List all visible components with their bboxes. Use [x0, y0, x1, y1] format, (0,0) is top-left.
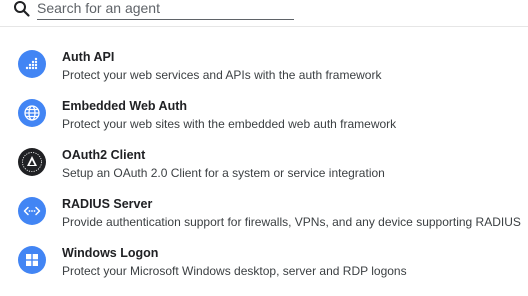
agent-text: RADIUS Server Provide authentication sup… — [62, 196, 528, 230]
agent-text: Auth API Protect your web services and A… — [62, 49, 528, 83]
windows-logo-icon — [18, 246, 46, 274]
code-arrows-icon — [18, 197, 46, 225]
agent-name: RADIUS Server — [62, 197, 153, 211]
agent-item-embedded-web-auth[interactable]: Embedded Web Auth Protect your web sites… — [0, 91, 528, 140]
search-bar — [0, 0, 528, 27]
globe-icon — [18, 99, 46, 127]
agent-text: Embedded Web Auth Protect your web sites… — [62, 98, 528, 132]
agent-item-oauth2-client[interactable]: OAuth2 Client Setup an OAuth 2.0 Client … — [0, 140, 528, 189]
api-dots-icon — [18, 50, 46, 78]
agent-name: OAuth2 Client — [62, 148, 146, 162]
agent-description: Provide authentication support for firew… — [62, 215, 521, 229]
search-field — [37, 0, 294, 20]
search-icon[interactable] — [13, 0, 31, 18]
agent-name: Windows Logon — [62, 246, 159, 260]
agent-item-auth-api[interactable]: Auth API Protect your web services and A… — [0, 42, 528, 91]
agent-description: Setup an OAuth 2.0 Client for a system o… — [62, 166, 385, 180]
agent-description: Protect your web sites with the embedded… — [62, 117, 397, 131]
agent-item-windows-logon[interactable]: Windows Logon Protect your Microsoft Win… — [0, 238, 528, 287]
oauth-logo-icon — [18, 148, 46, 176]
agent-name: Auth API — [62, 50, 115, 64]
agent-item-radius-server[interactable]: RADIUS Server Provide authentication sup… — [0, 189, 528, 238]
agent-description: Protect your web services and APIs with … — [62, 68, 382, 82]
agent-description: Protect your Microsoft Windows desktop, … — [62, 264, 407, 278]
search-input[interactable] — [37, 0, 294, 16]
agent-text: OAuth2 Client Setup an OAuth 2.0 Client … — [62, 147, 528, 181]
agent-name: Embedded Web Auth — [62, 99, 187, 113]
agent-text: Windows Logon Protect your Microsoft Win… — [62, 245, 528, 279]
agent-list: Auth API Protect your web services and A… — [0, 42, 528, 287]
